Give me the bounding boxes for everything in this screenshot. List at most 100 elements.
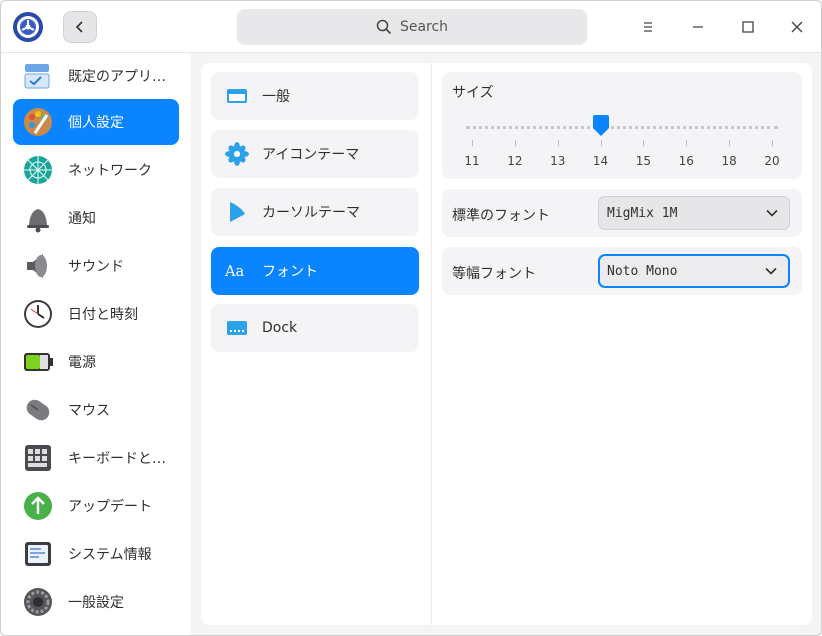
sidebar-item-label: システム情報 [68,547,152,563]
slider-tick-label: 16 [678,154,694,168]
sidebar-item-network[interactable]: ネットワーク [13,147,179,193]
mouse-icon [26,399,50,421]
control-center-logo-icon [12,11,44,43]
slider-tick-mark [557,140,559,146]
gear-icon [24,588,52,616]
sidebar-item-label: マウス [68,403,110,419]
slider-tick-label: 20 [764,154,780,168]
slider-tick-mark [772,140,773,146]
sidebar-item-label: サウンド [68,259,124,275]
slider-tick-mark [600,140,602,146]
slider-tick-label: 14 [592,154,609,168]
battery-icon [24,353,53,371]
slider-tick-label: 18 [721,154,737,168]
submenu-item-label: 一般 [262,89,290,105]
submenu-item-icon-theme[interactable]: アイコンテーマ [211,130,419,178]
sidebar-item-label: 電源 [68,355,96,371]
sidebar-item-system-info[interactable]: システム情報 [13,531,179,577]
keyboard-icon [25,445,51,471]
sidebar-item-general[interactable]: 一般設定 [13,579,179,625]
sidebar-item-power[interactable]: 電源 [13,339,179,385]
title-bar: Search [1,1,821,53]
submenu-item-dock[interactable]: Dock [211,304,419,352]
submenu-item-general[interactable]: 一般 [211,72,419,120]
sidebar-item-notifications[interactable]: 通知 [13,195,179,241]
sidebar-item-update[interactable]: アップデート [13,483,179,529]
sidebar-item-label: 日付と時刻 [68,307,138,323]
monospace-font-value: Noto Mono [607,263,678,279]
clock-icon [24,300,52,328]
submenu-item-label: Dock [262,320,298,336]
slider-tick-mark [686,140,688,146]
chevron-left-icon [75,21,83,33]
submenu-item-label: フォント [262,264,318,280]
sidebar-item-default-apps[interactable]: 既定のアプリ… [13,53,179,99]
sidebar-item-datetime[interactable]: 日付と時刻 [13,291,179,337]
sidebar-item-personalization[interactable]: 個人設定 [13,99,179,145]
standard-font-label: 標準のフォント [452,208,550,224]
search-input[interactable]: Search [237,9,587,45]
personalization-icon [24,108,52,136]
system-info-icon [25,542,51,566]
monospace-font-row: 等幅フォント Noto Mono [442,247,802,295]
speaker-icon [27,254,47,278]
sidebar-item-sound[interactable]: サウンド [13,243,179,289]
chevron-down-icon [765,267,777,275]
dock-icon [225,316,249,340]
font-aa-icon: Aa [225,259,249,283]
submenu-item-label: アイコンテーマ [262,147,360,163]
search-icon [376,19,392,35]
slider-tick-label: 11 [464,154,480,168]
sidebar-item-label: 通知 [68,211,96,227]
slider-tick-mark [472,140,473,146]
slider-tick-label: 13 [550,154,566,168]
font-size-label: サイズ [452,85,494,101]
submenu-item-font[interactable]: Aa フォント [211,247,419,295]
slider-tick-mark [643,140,645,146]
window-icon [225,84,249,108]
svg-text:Aa: Aa [225,263,245,280]
slider-tick-label: 15 [635,154,652,168]
monospace-font-label: 等幅フォント [452,266,536,282]
sidebar: 既定のアプリ… 個人設定 ネットワーク 通知 サウンド 日付と時刻 電源 マウス… [1,53,191,635]
network-icon [24,156,52,184]
chevron-down-icon [766,209,778,217]
minimize-icon [693,26,703,28]
personalization-submenu: 一般 アイコンテーマ カーソルテーマ Aa フォント Dock [201,63,431,625]
close-icon [791,21,803,33]
monospace-font-select[interactable]: Noto Mono [598,254,790,288]
menu-button[interactable] [635,14,661,40]
default-apps-icon [24,64,50,89]
sidebar-item-keyboard[interactable]: キーボードと… [13,435,179,481]
submenu-item-cursor-theme[interactable]: カーソルテーマ [211,188,419,236]
standard-font-row: 標準のフォント MigMix 1M [442,189,802,237]
font-size-slider-track[interactable] [466,126,778,129]
sidebar-item-label: ネットワーク [68,163,152,179]
slider-tick-mark [514,140,516,146]
sidebar-item-label: 個人設定 [68,115,124,131]
font-size-slider-handle[interactable] [591,114,611,138]
font-settings-panel: サイズ 11 12 13 14 15 16 18 20 標準のフォント MigMix 1M 等… [432,63,812,625]
standard-font-select[interactable]: MigMix 1M [598,196,790,230]
cursor-icon [225,200,249,224]
bell-icon [27,209,49,233]
maximize-button[interactable] [735,14,761,40]
sidebar-item-label: 一般設定 [68,595,124,611]
maximize-icon [742,21,754,33]
sidebar-item-mouse[interactable]: マウス [13,387,179,433]
sidebar-item-label: アップデート [68,499,152,515]
flower-icon [225,142,249,166]
update-arrow-icon [24,492,52,520]
sidebar-item-label: 既定のアプリ… [68,69,166,85]
font-size-card: サイズ 11 12 13 14 15 16 18 20 [442,72,802,179]
search-placeholder: Search [399,19,449,35]
submenu-item-label: カーソルテーマ [262,205,360,221]
slider-tick-label: 12 [507,154,523,168]
minimize-button[interactable] [685,14,711,40]
slider-tick-mark [729,140,731,146]
menu-icon [644,22,652,32]
standard-font-value: MigMix 1M [607,205,678,221]
close-button[interactable] [784,14,810,40]
back-button[interactable] [63,11,97,43]
sidebar-item-label: キーボードと… [68,451,166,467]
